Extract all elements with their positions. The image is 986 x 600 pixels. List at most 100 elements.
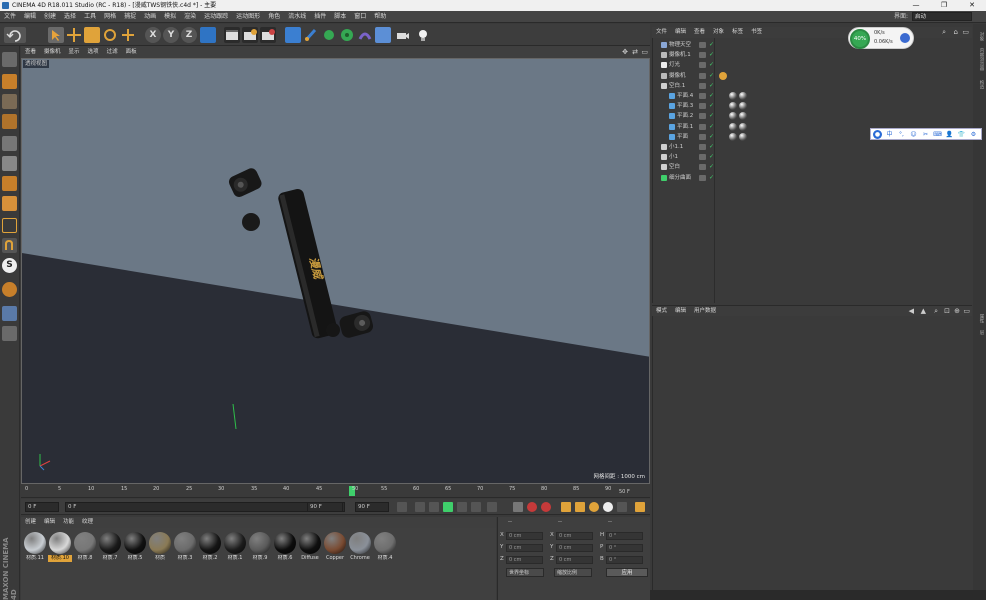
object-row[interactable]: 平面.4 ✓ [653, 91, 973, 101]
menu-mesh[interactable]: 网格 [100, 11, 120, 23]
y-axis-lock-icon[interactable]: Y [163, 27, 179, 43]
material-tag-icon[interactable] [739, 92, 747, 100]
visibility-toggle-icon[interactable] [699, 144, 706, 150]
material-swatch[interactable]: Copper [323, 531, 347, 564]
rotation-h-field[interactable]: 0 ° [606, 532, 643, 540]
object-menu-tags[interactable]: 标签 [728, 27, 747, 38]
enabled-check-icon[interactable]: ✓ [709, 92, 714, 100]
tab-attributes[interactable]: 属性 [975, 314, 984, 323]
object-row[interactable]: 细分曲面 ✓ [653, 173, 973, 183]
position-x-field[interactable]: 0 cm [506, 532, 543, 540]
solo-icon[interactable]: S [2, 258, 17, 273]
play-icon[interactable] [443, 502, 453, 512]
material-tag-icon[interactable] [729, 122, 737, 131]
next-frame-icon[interactable] [457, 502, 467, 512]
next-key-icon[interactable] [471, 502, 481, 512]
apply-button[interactable]: 应用 [606, 568, 648, 577]
prev-frame-icon[interactable] [429, 502, 439, 512]
size-z-field[interactable]: 0 cm [556, 556, 593, 564]
rotate-tool-icon[interactable] [102, 27, 118, 43]
frame-range-min[interactable]: 0 F [65, 502, 345, 512]
camera-icon[interactable] [395, 27, 411, 43]
viewport-zoom-icon[interactable]: ⇄ [632, 48, 638, 56]
visibility-toggle-icon[interactable] [699, 164, 706, 171]
menu-tools[interactable]: 工具 [80, 11, 100, 23]
menu-pipeline[interactable]: 流水线 [284, 11, 310, 23]
material-tag-icon[interactable] [739, 102, 747, 111]
subdivision-surface-icon[interactable] [321, 27, 337, 43]
polygons-mode-icon[interactable] [2, 176, 17, 191]
pen-spline-icon[interactable] [303, 27, 319, 43]
scale-tool-icon[interactable] [84, 27, 100, 43]
material-tag-icon[interactable] [729, 112, 737, 121]
coordinate-space-select[interactable]: 世界坐标 [506, 568, 544, 577]
viewport-move-icon[interactable]: ✥ [622, 48, 628, 56]
material-swatch[interactable]: 材质.8 [73, 531, 97, 564]
lock-workplane-icon[interactable] [2, 306, 17, 321]
start-frame-field[interactable]: 0 F [25, 502, 59, 512]
render-view-icon[interactable] [224, 27, 240, 43]
material-swatch[interactable]: Diffuse [298, 531, 322, 564]
object-filter-icon[interactable]: ⌂ [954, 28, 958, 36]
ime-settings-icon[interactable]: ⚙ [969, 130, 978, 139]
enabled-check-icon[interactable]: ✓ [709, 61, 714, 69]
tab-structure[interactable]: 构造 [975, 80, 984, 89]
menu-window[interactable]: 窗口 [350, 11, 370, 23]
menu-motion-tracking[interactable]: 运动跟踪 [200, 11, 232, 23]
material-menu-function[interactable]: 功能 [59, 517, 78, 528]
attribute-new-icon[interactable]: ⊕ [954, 307, 960, 315]
object-row[interactable]: 平面.2 ✓ [653, 111, 973, 121]
material-tag-icon[interactable] [739, 132, 747, 141]
autokey-icon[interactable] [527, 502, 537, 512]
menu-file[interactable]: 文件 [0, 11, 20, 23]
enabled-check-icon[interactable]: ✓ [709, 133, 714, 141]
attribute-back-icon[interactable]: ◀ [909, 307, 914, 315]
material-tag-icon[interactable] [739, 112, 747, 121]
material-tag-icon[interactable] [729, 132, 737, 141]
layer-icon[interactable] [2, 326, 17, 341]
material-menu-create[interactable]: 创建 [21, 517, 40, 528]
position-z-field[interactable]: 0 cm [506, 556, 543, 564]
object-name[interactable]: 摄像机 [669, 71, 686, 81]
go-to-start-icon[interactable] [397, 502, 407, 512]
object-row[interactable]: 摄像机.1 ✓ [653, 50, 973, 60]
object-menu-edit[interactable]: 编辑 [671, 27, 690, 38]
object-panel-icon[interactable]: ▭ [962, 28, 969, 36]
object-name[interactable]: 摄像机.1 [669, 50, 691, 60]
cloner-icon[interactable] [339, 27, 355, 43]
network-speed-widget[interactable]: 40% 0K/s 0.06K/s [848, 27, 914, 49]
material-menu-texture[interactable]: 纹理 [78, 517, 97, 528]
object-row[interactable]: 小1.1 ✓ [653, 142, 973, 152]
menu-character[interactable]: 角色 [264, 11, 284, 23]
record-keys-icon[interactable] [513, 502, 523, 512]
ime-logo-icon[interactable]: ● [873, 130, 882, 139]
pla-key-icon[interactable] [617, 502, 627, 512]
coordinate-system-icon[interactable] [200, 27, 216, 43]
timeline-window-icon[interactable] [635, 502, 645, 512]
scale-mode-select[interactable]: 缩放比例 [554, 568, 592, 577]
menu-mograph[interactable]: 运动图形 [232, 11, 264, 23]
rotation-p-field[interactable]: 0 ° [606, 544, 643, 552]
menu-simulate[interactable]: 模拟 [160, 11, 180, 23]
ime-chinese-mode[interactable]: 中 [885, 130, 894, 139]
object-name[interactable]: 灯光 [669, 60, 680, 70]
live-selection-icon[interactable] [48, 27, 64, 43]
enabled-check-icon[interactable]: ✓ [709, 123, 714, 131]
ime-user-icon[interactable]: 👤 [945, 130, 954, 139]
object-row[interactable]: 空白.1 ✓ [653, 81, 973, 91]
menu-render[interactable]: 渲染 [180, 11, 200, 23]
visibility-toggle-icon[interactable] [699, 42, 706, 48]
material-swatch[interactable]: 材质.4 [373, 531, 397, 564]
object-name[interactable]: 平面.4 [677, 91, 693, 101]
object-name[interactable]: 平面.1 [677, 122, 693, 132]
timeline-ruler[interactable]: 0 5 10 15 20 25 30 35 40 45 50 55 60 65 … [21, 485, 650, 498]
frame-range-max[interactable]: 90 F [307, 502, 343, 512]
material-swatch[interactable]: 材质.11 [23, 531, 47, 564]
x-axis-lock-icon[interactable]: X [145, 27, 161, 43]
attribute-search-icon[interactable]: ⌕ [934, 307, 938, 316]
ime-emoji-icon[interactable]: ☺ [909, 130, 918, 139]
parameter-key-icon[interactable] [603, 502, 613, 512]
material-swatch[interactable]: 材质.6 [273, 531, 297, 564]
enable-axis-icon[interactable] [2, 196, 17, 211]
render-picture-viewer-icon[interactable] [242, 27, 258, 43]
